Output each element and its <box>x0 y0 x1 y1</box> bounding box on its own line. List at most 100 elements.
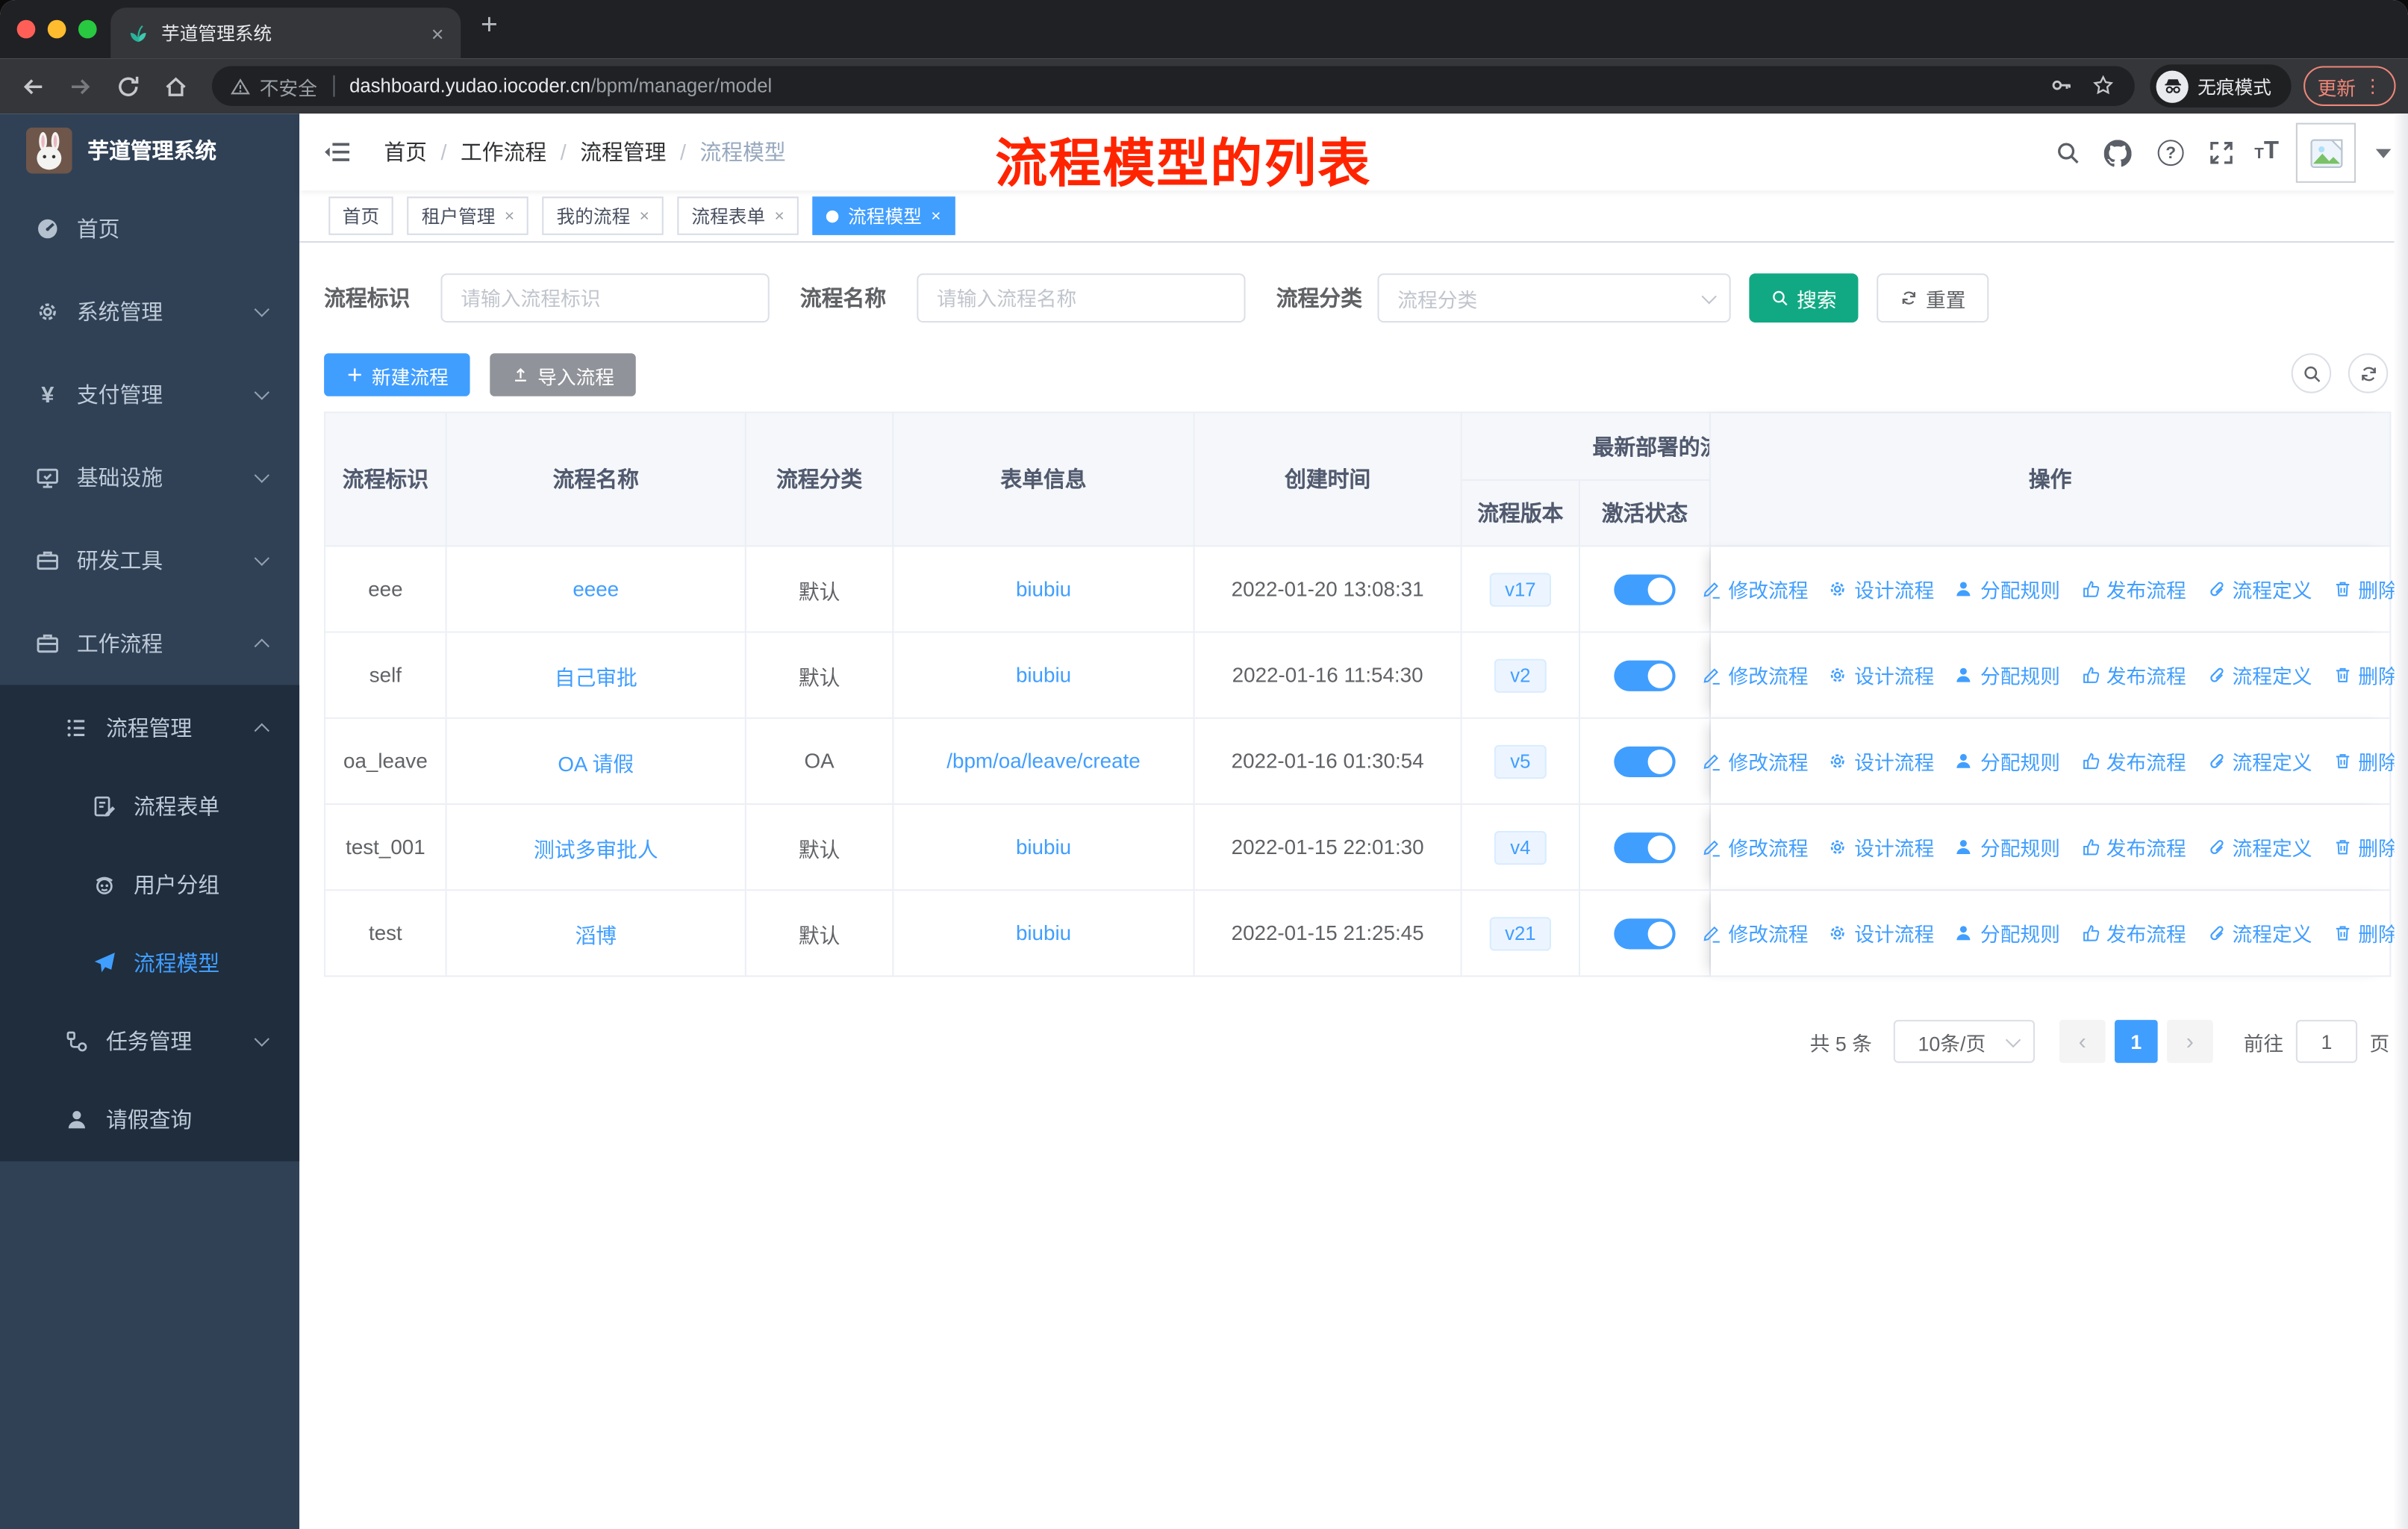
page-scrollbar[interactable] <box>2394 113 2408 1529</box>
action-assign-rule[interactable]: 分配规则 <box>1954 574 2060 603</box>
tag-tenant[interactable]: 租户管理 × <box>408 196 528 235</box>
process-name-link[interactable]: OA 请假 <box>558 752 634 775</box>
version-badge[interactable]: v4 <box>1494 830 1546 865</box>
create-process-button[interactable]: 新建流程 <box>324 353 470 396</box>
traffic-close-button[interactable] <box>16 19 36 39</box>
action-design-process[interactable]: 设计流程 <box>1828 918 1934 947</box>
action-assign-rule[interactable]: 分配规则 <box>1954 661 2060 690</box>
traffic-zoom-button[interactable] <box>78 19 97 39</box>
process-name-link[interactable]: eeee <box>573 578 619 601</box>
font-size-icon[interactable]: TT <box>2254 138 2279 166</box>
action-process-definition[interactable]: 流程定义 <box>2206 918 2312 947</box>
sidebar-collapse-icon[interactable] <box>322 140 352 164</box>
process-key-input[interactable] <box>440 273 770 323</box>
avatar[interactable] <box>2295 122 2356 183</box>
action-process-definition[interactable]: 流程定义 <box>2206 832 2312 862</box>
action-edit-process[interactable]: 修改流程 <box>1703 574 1809 603</box>
action-edit-process[interactable]: 修改流程 <box>1703 661 1809 690</box>
process-name-link[interactable]: 自己审批 <box>555 666 637 689</box>
home-icon[interactable] <box>163 74 189 100</box>
tag-process-form[interactable]: 流程表单 × <box>677 196 799 235</box>
tag-close-icon[interactable]: × <box>640 207 649 225</box>
browser-tab[interactable]: 芋道管理系统 × <box>110 7 461 59</box>
breadcrumb-home[interactable]: 首页 <box>384 137 427 167</box>
reset-button[interactable]: 重置 <box>1877 273 1989 323</box>
page-size-select[interactable]: 10条/页 <box>1893 1020 2035 1063</box>
back-icon[interactable] <box>20 74 46 100</box>
action-process-definition[interactable]: 流程定义 <box>2206 747 2312 776</box>
action-design-process[interactable]: 设计流程 <box>1828 574 1934 603</box>
action-delete[interactable]: 删除 <box>2332 661 2398 690</box>
new-tab-button[interactable]: + <box>481 9 498 43</box>
action-assign-rule[interactable]: 分配规则 <box>1954 918 2060 947</box>
goto-page-input[interactable] <box>2295 1020 2358 1063</box>
password-key-icon[interactable] <box>2050 74 2074 97</box>
sidebar-item-process-form[interactable]: 流程表单 <box>0 767 299 845</box>
active-toggle[interactable] <box>1614 573 1676 605</box>
active-toggle[interactable] <box>1614 659 1676 691</box>
version-badge[interactable]: v21 <box>1489 916 1552 950</box>
tag-close-icon[interactable]: × <box>775 207 785 225</box>
sidebar-item-process-management[interactable]: 流程管理 <box>0 688 299 767</box>
process-name-link[interactable]: 测试多审批人 <box>534 838 658 861</box>
refresh-table-button[interactable] <box>2348 353 2389 393</box>
forward-icon[interactable] <box>68 74 94 100</box>
search-button[interactable]: 搜索 <box>1749 273 1859 323</box>
active-toggle[interactable] <box>1614 918 1676 949</box>
sidebar-item-user-group[interactable]: 用户分组 <box>0 845 299 924</box>
breadcrumb-process-management[interactable]: 流程管理 <box>580 137 666 167</box>
fullscreen-icon[interactable] <box>2209 140 2235 166</box>
prev-page-button[interactable]: ‹ <box>2059 1020 2106 1063</box>
process-name-link[interactable]: 滔博 <box>575 924 617 947</box>
sidebar-item-task-management[interactable]: 任务管理 <box>0 1001 299 1080</box>
tag-close-icon[interactable]: × <box>931 207 941 225</box>
sidebar-item-payment[interactable]: ¥ 支付管理 <box>0 353 299 436</box>
import-process-button[interactable]: 导入流程 <box>490 353 636 396</box>
tag-my-process[interactable]: 我的流程 × <box>543 196 664 235</box>
version-badge[interactable]: v2 <box>1494 658 1546 692</box>
action-edit-process[interactable]: 修改流程 <box>1703 918 1809 947</box>
form-info-link[interactable]: biubiu <box>1016 664 1071 687</box>
sidebar-item-system[interactable]: 系统管理 <box>0 270 299 353</box>
process-name-input[interactable] <box>917 273 1246 323</box>
action-publish-process[interactable]: 发布流程 <box>2080 661 2186 690</box>
sidebar-item-infra[interactable]: 基础设施 <box>0 436 299 519</box>
action-publish-process[interactable]: 发布流程 <box>2080 574 2186 603</box>
action-edit-process[interactable]: 修改流程 <box>1703 747 1809 776</box>
version-badge[interactable]: v17 <box>1489 572 1552 606</box>
action-assign-rule[interactable]: 分配规则 <box>1954 747 2060 776</box>
reload-icon[interactable] <box>115 74 141 100</box>
avatar-caret-icon[interactable] <box>2375 149 2392 158</box>
action-design-process[interactable]: 设计流程 <box>1828 661 1934 690</box>
current-page-button[interactable]: 1 <box>2114 1020 2158 1063</box>
version-badge[interactable]: v5 <box>1494 744 1546 779</box>
action-process-definition[interactable]: 流程定义 <box>2206 574 2312 603</box>
process-category-select[interactable]: 流程分类 <box>1377 273 1731 323</box>
github-icon[interactable] <box>2104 140 2132 167</box>
traffic-minimize-button[interactable] <box>47 19 66 39</box>
active-toggle[interactable] <box>1614 745 1676 777</box>
action-delete[interactable]: 删除 <box>2332 918 2398 947</box>
form-info-link[interactable]: /bpm/oa/leave/create <box>946 750 1140 773</box>
action-delete[interactable]: 删除 <box>2332 574 2398 603</box>
action-delete[interactable]: 删除 <box>2332 832 2398 862</box>
sidebar-item-process-model[interactable]: 流程模型 <box>0 923 299 1001</box>
sidebar-item-workflow[interactable]: 工作流程 <box>0 602 299 685</box>
action-edit-process[interactable]: 修改流程 <box>1703 832 1809 862</box>
form-info-link[interactable]: biubiu <box>1016 578 1071 601</box>
action-design-process[interactable]: 设计流程 <box>1828 832 1934 862</box>
tag-close-icon[interactable]: × <box>505 207 514 225</box>
action-process-definition[interactable]: 流程定义 <box>2206 661 2312 690</box>
next-page-button[interactable]: › <box>2166 1020 2213 1063</box>
action-publish-process[interactable]: 发布流程 <box>2080 918 2186 947</box>
action-publish-process[interactable]: 发布流程 <box>2080 832 2186 862</box>
sidebar-item-leave-query[interactable]: 请假查询 <box>0 1080 299 1158</box>
tab-close-icon[interactable]: × <box>431 21 444 46</box>
sidebar-item-home[interactable]: 首页 <box>0 187 299 270</box>
help-icon[interactable]: ? <box>2157 140 2184 166</box>
tag-process-model-active[interactable]: 流程模型 × <box>812 196 955 235</box>
sidebar-item-devtools[interactable]: 研发工具 <box>0 519 299 602</box>
address-bar[interactable]: 不安全 dashboard.yudao.iocoder.cn /bpm/mana… <box>211 66 2135 106</box>
form-info-link[interactable]: biubiu <box>1016 921 1071 944</box>
form-info-link[interactable]: biubiu <box>1016 835 1071 859</box>
